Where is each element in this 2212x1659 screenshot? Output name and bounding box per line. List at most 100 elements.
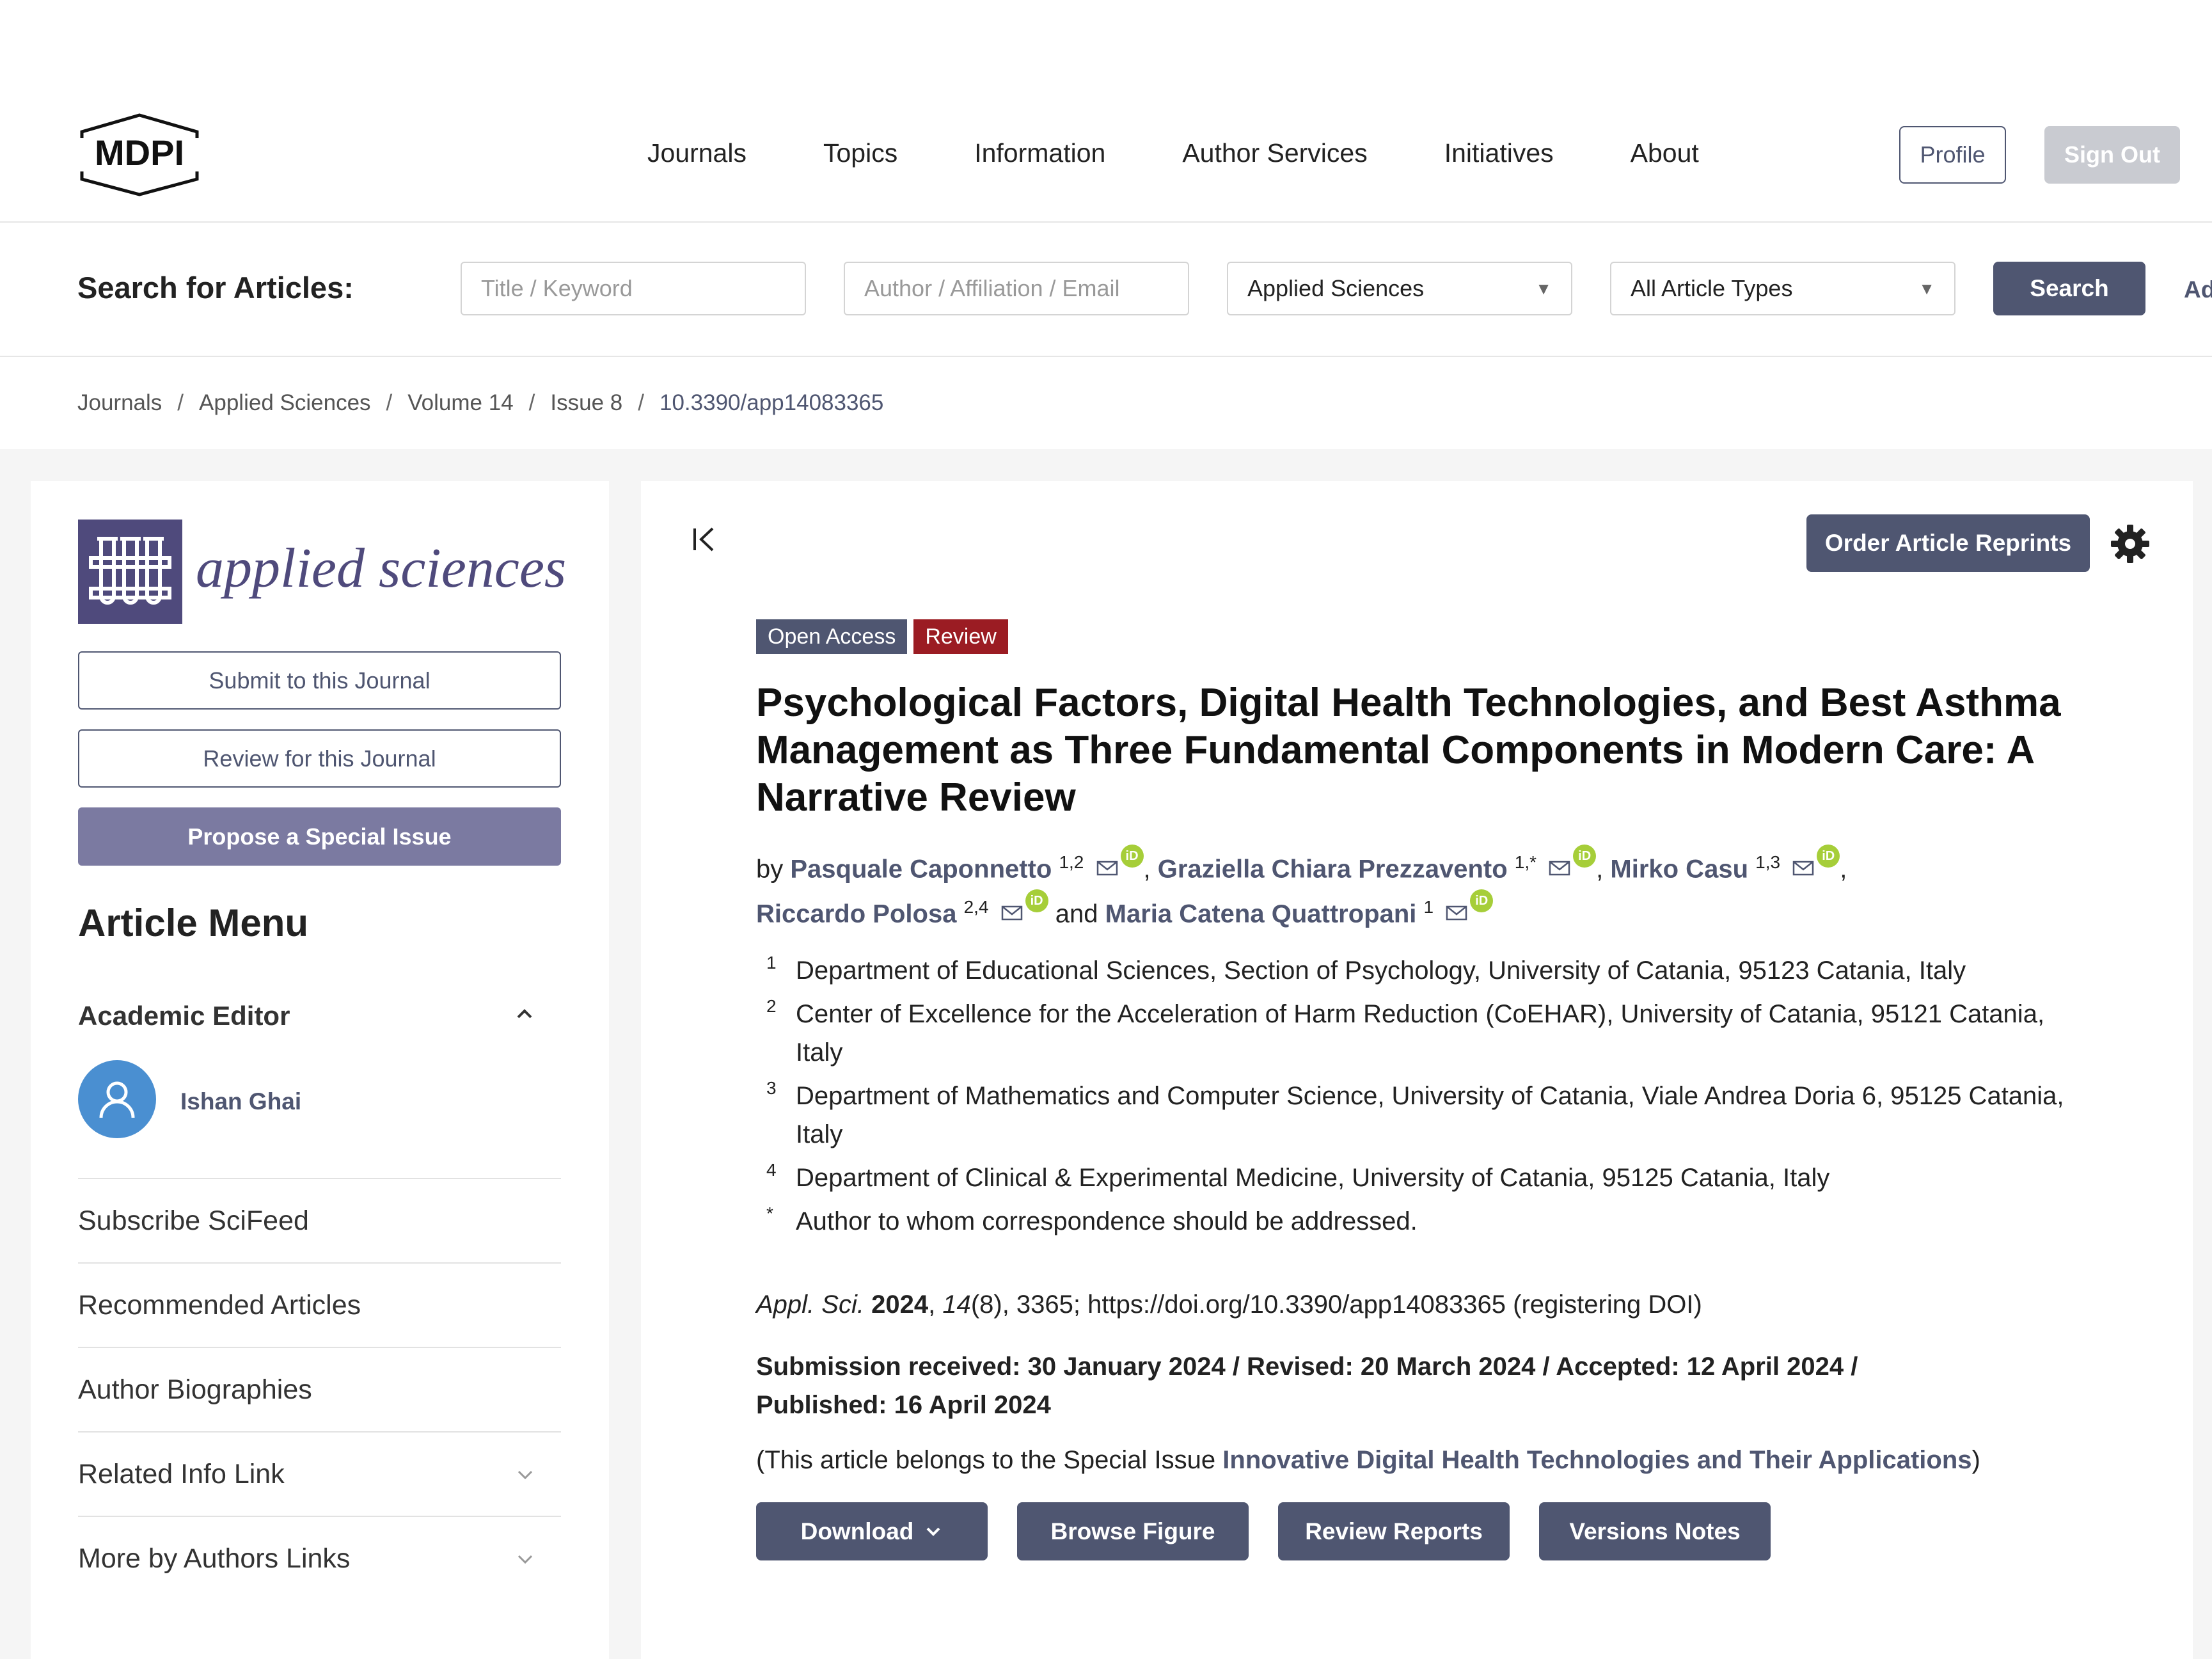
breadcrumb-issue[interactable]: Issue 8	[550, 390, 622, 415]
sidebar-item-recommended-articles[interactable]: Recommended Articles	[78, 1262, 561, 1347]
breadcrumb-journals[interactable]: Journals	[77, 390, 162, 415]
affiliation-number: *	[766, 1203, 773, 1223]
by-label: by	[756, 855, 784, 884]
author-affil-sup: 2,4	[963, 897, 989, 917]
special-issue-suffix: )	[1971, 1446, 1980, 1474]
author-name[interactable]: Mirko Casu	[1610, 855, 1748, 883]
sidebar-item-subscribe-scifeed[interactable]: Subscribe SciFeed	[78, 1178, 561, 1262]
search-label: Search for Articles:	[77, 271, 354, 305]
sidebar-item-author-biographies[interactable]: Author Biographies	[78, 1347, 561, 1431]
dropdown-caret-icon: ▼	[1918, 278, 1935, 298]
orcid-icon[interactable]: iD	[1817, 845, 1840, 868]
nav-initiatives[interactable]: Initiatives	[1444, 138, 1554, 168]
author-name[interactable]: Riccardo Polosa	[756, 900, 956, 928]
dropdown-caret-icon: ▼	[1535, 278, 1552, 298]
open-access-badge: Open Access	[756, 619, 908, 654]
author-affil-sup: 1,*	[1514, 852, 1537, 872]
article-badges: Open Access Review	[756, 619, 1008, 654]
mail-icon[interactable]	[1792, 861, 1814, 876]
orcid-icon[interactable]: iD	[1573, 845, 1597, 868]
chevron-up-icon[interactable]	[512, 1001, 537, 1026]
cite-rest[interactable]: (8), 3365; https://doi.org/10.3390/app14…	[971, 1290, 1702, 1319]
download-button[interactable]: Download	[756, 1502, 988, 1560]
author-input[interactable]: Author / Affiliation / Email	[844, 262, 1189, 315]
affiliation-text: Center of Excellence for the Acceleratio…	[796, 1000, 2045, 1067]
propose-special-issue-button[interactable]: Propose a Special Issue	[78, 807, 561, 866]
chevron-down-icon	[517, 1470, 533, 1480]
order-reprints-button[interactable]: Order Article Reprints	[1806, 514, 2090, 572]
breadcrumb-applied-sciences[interactable]: Applied Sciences	[199, 390, 371, 415]
nav-information[interactable]: Information	[974, 138, 1105, 168]
author-name[interactable]: Graziella Chiara Prezzavento	[1158, 855, 1508, 883]
journal-select[interactable]: Applied Sciences ▼	[1227, 262, 1572, 315]
profile-button[interactable]: Profile	[1899, 126, 2006, 184]
affiliation-text: Department of Educational Sciences, Sect…	[796, 957, 1966, 985]
breadcrumb-separator: /	[528, 390, 535, 415]
article-type-select[interactable]: All Article Types ▼	[1610, 262, 1955, 315]
cite-volume: 14	[942, 1290, 971, 1319]
avatar[interactable]	[78, 1060, 156, 1138]
article-dates: Submission received: 30 January 2024 / R…	[756, 1353, 1858, 1419]
mail-icon[interactable]	[1549, 861, 1570, 876]
nav-about[interactable]: About	[1631, 138, 1699, 168]
review-for-journal-button[interactable]: Review for this Journal	[78, 729, 561, 788]
mail-icon[interactable]	[1446, 905, 1467, 921]
download-label: Download	[800, 1518, 914, 1544]
mail-icon[interactable]	[1001, 905, 1023, 921]
editor-name[interactable]: Ishan Ghai	[180, 1088, 301, 1115]
affiliation-item: 3 Department of Mathematics and Computer …	[766, 1077, 2084, 1154]
breadcrumb-separator: /	[638, 390, 644, 415]
journal-select-value: Applied Sciences	[1247, 275, 1425, 301]
article-menu-title: Article Menu	[78, 901, 309, 944]
chevron-down-icon	[926, 1527, 940, 1536]
versions-notes-button[interactable]: Versions Notes	[1539, 1502, 1771, 1560]
breadcrumb-volume[interactable]: Volume 14	[407, 390, 513, 415]
search-button[interactable]: Search	[1993, 262, 2145, 315]
affiliation-item: 4 Department of Clinical & Experimental M…	[766, 1159, 2084, 1197]
affiliation-number: 1	[766, 953, 777, 972]
affiliation-text: Author to whom correspondence should be …	[796, 1207, 1418, 1235]
chevron-down-icon	[517, 1555, 533, 1564]
mail-icon[interactable]	[1096, 861, 1118, 876]
search-bar: Search for Articles: Title / Keyword Aut…	[0, 223, 2212, 357]
article-title: Psychological Factors, Digital Health Te…	[756, 681, 2061, 820]
author-list: by Pasquale Caponnetto 1,2 iD, Graziella…	[756, 843, 2099, 933]
journal-name[interactable]: applied sciences	[196, 536, 566, 601]
sidebar-item-label: Related Info Link	[78, 1458, 285, 1489]
review-reports-button[interactable]: Review Reports	[1278, 1502, 1510, 1560]
mdpi-logo[interactable]: MDPI	[75, 113, 203, 197]
sidebar-item-label: Subscribe SciFeed	[78, 1205, 309, 1236]
author-name[interactable]: Maria Catena Quattropani	[1105, 900, 1417, 928]
keyword-input[interactable]: Title / Keyword	[461, 262, 806, 315]
breadcrumb-doi[interactable]: 10.3390/app14083365	[660, 390, 883, 415]
sidebar-item-label: More by Authors Links	[78, 1543, 351, 1574]
orcid-icon[interactable]: iD	[1025, 889, 1048, 913]
special-issue-prefix: (This article belongs to the Special Iss…	[756, 1446, 1223, 1474]
author-affil-sup: 1	[1423, 897, 1434, 917]
orcid-icon[interactable]: iD	[1120, 845, 1144, 868]
nav-journals[interactable]: Journals	[647, 138, 747, 168]
article-panel: Order Article Reprints Open Access Revie…	[641, 481, 2193, 1659]
sidebar-item-more-by-authors[interactable]: More by Authors Links	[78, 1516, 561, 1600]
browse-figure-button[interactable]: Browse Figure	[1017, 1502, 1249, 1560]
academic-editor-title[interactable]: Academic Editor	[78, 1001, 290, 1031]
affiliation-number: 3	[766, 1078, 777, 1098]
author-name[interactable]: Pasquale Caponnetto	[790, 855, 1052, 883]
special-issue-link[interactable]: Innovative Digital Health Technologies a…	[1222, 1446, 1971, 1474]
orcid-icon[interactable]: iD	[1470, 889, 1494, 913]
affiliation-item: 1 Department of Educational Sciences, Sec…	[766, 951, 2084, 990]
advanced-search-link[interactable]: Ad	[2184, 276, 2212, 303]
submit-to-journal-button[interactable]: Submit to this Journal	[78, 651, 561, 710]
sidebar-item-label: Author Biographies	[78, 1374, 312, 1405]
sidebar-item-related-info-link[interactable]: Related Info Link	[78, 1431, 561, 1516]
citation-line: Appl. Sci. 2024, 14(8), 3365; https://do…	[756, 1290, 1702, 1319]
top-header: MDPI Journals Topics Information Author …	[0, 0, 2212, 223]
collapse-sidebar-icon[interactable]	[688, 523, 720, 555]
nav-topics[interactable]: Topics	[823, 138, 897, 168]
sidebar: applied sciences Submit to this Journal …	[31, 481, 609, 1659]
nav-author-services[interactable]: Author Services	[1182, 138, 1367, 168]
sign-out-button[interactable]: Sign Out	[2044, 126, 2180, 184]
applied-sciences-logo-icon[interactable]	[78, 520, 182, 624]
breadcrumb-separator: /	[386, 390, 393, 415]
gear-icon[interactable]	[2110, 523, 2151, 564]
